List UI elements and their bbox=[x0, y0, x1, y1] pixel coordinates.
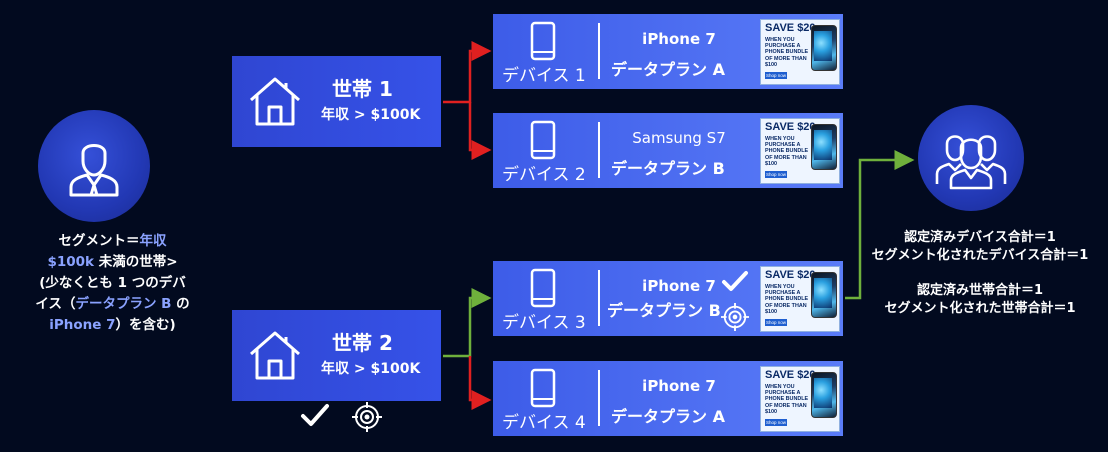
device-qualified-total: 認定済みデバイス合計＝1 bbox=[904, 230, 1056, 245]
segment-line2-suffix: 未満の世帯> bbox=[94, 254, 178, 270]
segment-user-circle bbox=[38, 110, 150, 222]
device-3-label: デバイス 3 bbox=[502, 313, 586, 333]
segment-line2-highlight: $100k bbox=[47, 254, 95, 270]
household-2-income: 年収 > $100K bbox=[321, 361, 421, 377]
device-3-divider bbox=[598, 270, 600, 326]
result-group-circle bbox=[918, 105, 1024, 211]
checkmark-icon bbox=[722, 271, 748, 291]
house-icon bbox=[250, 77, 300, 126]
target-icon bbox=[352, 402, 382, 432]
segment-definition: セグメント＝年収 $100k 未満の世帯> (少なくとも 1 つのデバ イス（デ… bbox=[10, 231, 215, 336]
segment-line4-highlight: データプラン B bbox=[75, 296, 172, 312]
device-1-label: デバイス 1 bbox=[502, 66, 586, 86]
device-1-divider bbox=[598, 23, 600, 79]
ad-phone-screen bbox=[814, 31, 832, 61]
ad-headline: SAVE $20 bbox=[765, 369, 816, 381]
device-segmented-total: セグメント化されたデバイス合計＝1 bbox=[871, 248, 1089, 263]
checkmark-icon bbox=[301, 404, 329, 426]
device-1-box: デバイス 1 iPhone 7 データプラン A SAVE $20 WHEN Y… bbox=[493, 14, 843, 89]
segment-line1-prefix: セグメント＝ bbox=[58, 233, 140, 249]
device-2-label: デバイス 2 bbox=[502, 165, 586, 185]
ad-headline: SAVE $20 bbox=[765, 121, 816, 133]
device-stats: 認定済みデバイス合計＝1 セグメント化されたデバイス合計＝1 bbox=[860, 229, 1100, 265]
ad-shop-button[interactable]: Shop now bbox=[765, 171, 787, 178]
segment-line5-highlight: iPhone 7 bbox=[49, 317, 116, 333]
segment-line4-suffix: の bbox=[171, 296, 190, 312]
household-2-box: 世帯 2 年収 > $100K bbox=[232, 310, 441, 401]
ad-body: WHEN YOU PURCHASE A PHONE BUNDLE OF MORE… bbox=[765, 284, 809, 315]
household-2-title: 世帯 2 bbox=[332, 331, 393, 355]
ad-body: WHEN YOU PURCHASE A PHONE BUNDLE OF MORE… bbox=[765, 384, 809, 415]
device-2-ad: SAVE $20 WHEN YOU PURCHASE A PHONE BUNDL… bbox=[760, 118, 840, 184]
segment-line1-highlight: 年収 bbox=[139, 233, 167, 249]
device-3-box: デバイス 3 iPhone 7 データプラン B SAVE $20 WHEN Y… bbox=[493, 261, 843, 336]
ad-headline: SAVE $20 bbox=[765, 22, 816, 34]
device-4-label: デバイス 4 bbox=[502, 413, 586, 433]
device-4-plan: データプラン A bbox=[611, 407, 725, 426]
household-stats: 認定済み世帯合計＝1 セグメント化された世帯合計＝1 bbox=[860, 282, 1100, 318]
segment-line3: (少なくとも 1 つのデバ bbox=[39, 275, 186, 291]
house-icon bbox=[250, 331, 300, 380]
ad-body: WHEN YOU PURCHASE A PHONE BUNDLE OF MORE… bbox=[765, 136, 809, 167]
device-4-divider bbox=[598, 370, 600, 426]
ad-phone-screen bbox=[814, 278, 832, 308]
device-4-model: iPhone 7 bbox=[642, 377, 716, 395]
device-3-ad: SAVE $20 WHEN YOU PURCHASE A PHONE BUNDL… bbox=[760, 266, 840, 332]
ad-body: WHEN YOU PURCHASE A PHONE BUNDLE OF MORE… bbox=[765, 37, 809, 68]
target-icon bbox=[721, 303, 749, 331]
household-qualified-total: 認定済み世帯合計＝1 bbox=[916, 283, 1044, 298]
ad-phone-screen bbox=[814, 130, 832, 160]
ad-shop-button[interactable]: Shop now bbox=[765, 72, 787, 79]
ad-shop-button[interactable]: Shop now bbox=[765, 419, 787, 426]
device-1-model: iPhone 7 bbox=[642, 30, 716, 48]
user-icon bbox=[69, 144, 119, 197]
household-segmented-total: セグメント化された世帯合計＝1 bbox=[884, 301, 1076, 316]
device-2-box: デバイス 2 Samsung S7 データプラン B SAVE $20 WHEN… bbox=[493, 113, 843, 188]
household2-connector bbox=[443, 288, 492, 410]
household-1-title: 世帯 1 bbox=[332, 77, 393, 101]
device-4-ad: SAVE $20 WHEN YOU PURCHASE A PHONE BUNDL… bbox=[760, 366, 840, 432]
device-2-model: Samsung S7 bbox=[632, 129, 726, 147]
phone-icon bbox=[530, 368, 556, 408]
ad-phone-screen bbox=[814, 378, 832, 408]
household1-connector bbox=[443, 41, 492, 160]
device-2-divider bbox=[598, 122, 600, 178]
phone-icon bbox=[530, 120, 556, 160]
ad-shop-button[interactable]: Shop now bbox=[765, 319, 787, 326]
segment-line4-prefix: イス（ bbox=[35, 296, 76, 312]
phone-icon bbox=[530, 21, 556, 61]
device-4-box: デバイス 4 iPhone 7 データプラン A SAVE $20 WHEN Y… bbox=[493, 361, 843, 436]
ad-headline: SAVE $20 bbox=[765, 269, 816, 281]
device-3-plan: データプラン B bbox=[607, 301, 721, 320]
phone-icon bbox=[530, 268, 556, 308]
segment-line5-suffix: ）を含む) bbox=[115, 317, 176, 333]
device-2-plan: データプラン B bbox=[611, 159, 725, 178]
device-1-ad: SAVE $20 WHEN YOU PURCHASE A PHONE BUNDL… bbox=[760, 19, 840, 85]
household-1-income: 年収 > $100K bbox=[321, 107, 421, 123]
household-1-box: 世帯 1 年収 > $100K bbox=[232, 56, 441, 147]
group-icon bbox=[935, 135, 1007, 190]
device-1-plan: データプラン A bbox=[611, 60, 725, 79]
